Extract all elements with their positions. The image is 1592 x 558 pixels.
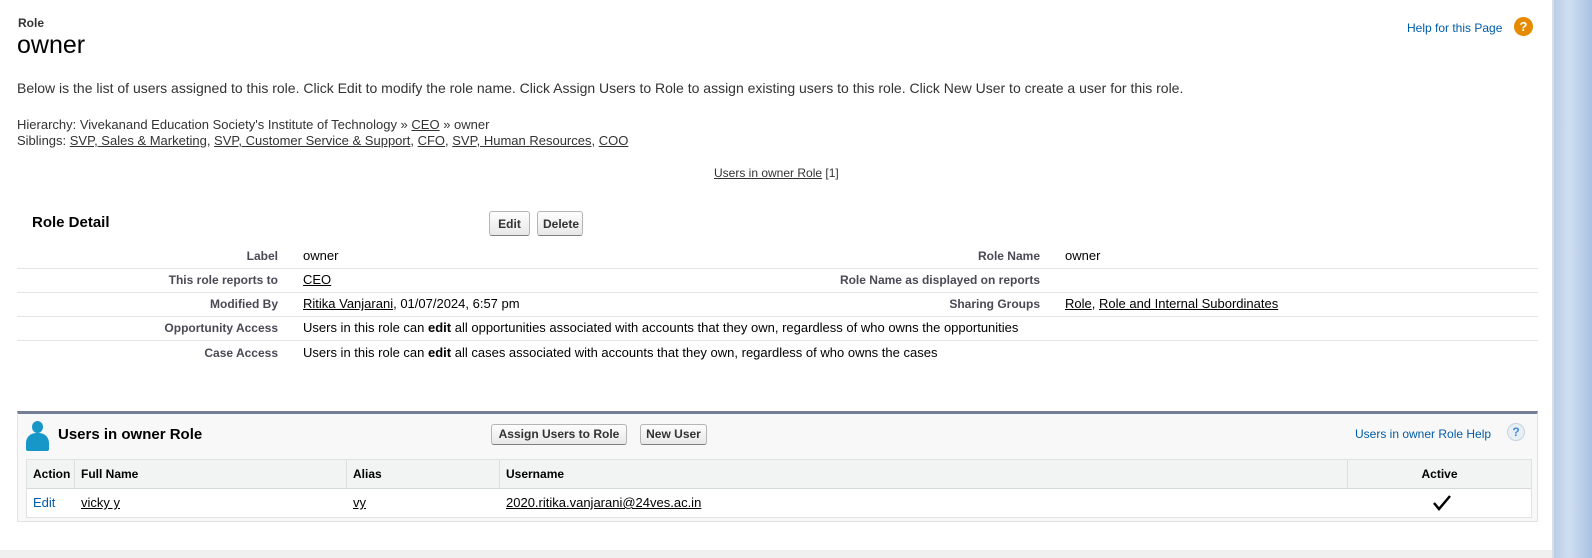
column-header-username[interactable]: Username bbox=[500, 460, 1348, 488]
related-list-help-link[interactable]: Users in owner Role Help bbox=[1355, 427, 1491, 441]
column-header-alias[interactable]: Alias bbox=[347, 460, 500, 488]
hierarchy-breadcrumb: Hierarchy: Vivekanand Education Society'… bbox=[17, 117, 489, 132]
field-label: Modified By bbox=[210, 297, 278, 311]
field-value: Users in this role can edit all cases as… bbox=[303, 345, 937, 360]
field-value: CEO bbox=[303, 272, 331, 287]
text: all cases associated with accounts that … bbox=[451, 345, 938, 360]
detail-row-case: Case Access Users in this role can edit … bbox=[17, 341, 1538, 365]
question-icon[interactable]: ? bbox=[1507, 423, 1525, 441]
modified-date: , 01/07/2024, 6:57 pm bbox=[393, 296, 520, 311]
user-alias-link[interactable]: vy bbox=[353, 495, 366, 510]
text: Users in this role can bbox=[303, 320, 428, 335]
modified-by-user-link[interactable]: Ritika Vanjarani bbox=[303, 296, 393, 311]
reports-to-link[interactable]: CEO bbox=[303, 272, 331, 287]
help-question-icon[interactable]: ? bbox=[1514, 17, 1533, 36]
assign-users-button[interactable]: Assign Users to Role bbox=[491, 424, 627, 445]
column-header-action: Action bbox=[27, 460, 75, 488]
users-in-role-link[interactable]: Users in owner Role bbox=[714, 166, 822, 180]
page-title: owner bbox=[17, 31, 86, 59]
field-label: Opportunity Access bbox=[164, 321, 278, 335]
text: all opportunities associated with accoun… bbox=[451, 320, 1019, 335]
help-for-page-link[interactable]: Help for this Page bbox=[1407, 21, 1502, 35]
page: Role owner Help for this Page ? Below is… bbox=[0, 0, 1554, 558]
field-label: This role reports to bbox=[168, 273, 278, 287]
field-value: owner bbox=[1065, 248, 1101, 263]
detail-row-opportunity: Opportunity Access Users in this role ca… bbox=[17, 316, 1538, 341]
new-user-button[interactable]: New User bbox=[640, 424, 707, 445]
background-decoration bbox=[1554, 0, 1592, 558]
users-table: Action Full Name Alias Username Active E… bbox=[26, 459, 1532, 518]
user-icon-body bbox=[26, 433, 49, 451]
separator: , bbox=[1091, 296, 1099, 311]
access-level: edit bbox=[428, 320, 452, 335]
hierarchy-suffix: » owner bbox=[439, 117, 490, 132]
full-name-cell: vicky y bbox=[75, 488, 120, 517]
delete-button[interactable]: Delete bbox=[537, 211, 583, 236]
column-header-active[interactable]: Active bbox=[1348, 460, 1531, 488]
sibling-link[interactable]: CFO bbox=[418, 133, 445, 148]
hierarchy-prefix: Hierarchy: Vivekanand Education Society'… bbox=[17, 117, 412, 132]
sibling-link[interactable]: SVP, Sales & Marketing bbox=[70, 133, 207, 148]
user-full-name-link[interactable]: vicky y bbox=[81, 495, 120, 510]
detail-row-label: Label owner Role Name owner bbox=[17, 244, 1538, 269]
row-edit-link[interactable]: Edit bbox=[33, 495, 55, 510]
separator: , bbox=[591, 133, 599, 148]
field-label: Sharing Groups bbox=[949, 297, 1040, 311]
sharing-group-subordinates-link[interactable]: Role and Internal Subordinates bbox=[1099, 296, 1278, 311]
siblings-line: Siblings: SVP, Sales & Marketing, SVP, C… bbox=[17, 133, 628, 148]
role-detail-title: Role Detail bbox=[32, 214, 110, 231]
sibling-link[interactable]: COO bbox=[599, 133, 629, 148]
table-header: Action Full Name Alias Username Active bbox=[27, 460, 1531, 489]
text: Users in this role can bbox=[303, 345, 428, 360]
detail-row-reports-to: This role reports to CEO Role Name as di… bbox=[17, 268, 1538, 293]
field-value: Users in this role can edit all opportun… bbox=[303, 320, 1018, 335]
siblings-prefix: Siblings: bbox=[17, 133, 70, 148]
detail-row-modified: Modified By Ritika Vanjarani, 01/07/2024… bbox=[17, 292, 1538, 317]
user-icon-head bbox=[32, 421, 43, 433]
sibling-link[interactable]: SVP, Human Resources bbox=[452, 133, 591, 148]
field-label: Role Name bbox=[977, 249, 1040, 263]
hierarchy-ceo-link[interactable]: CEO bbox=[411, 117, 439, 132]
separator: , bbox=[206, 133, 215, 148]
edit-button[interactable]: Edit bbox=[489, 211, 530, 236]
page-bottom-edge bbox=[0, 550, 1554, 558]
username-link[interactable]: 2020.ritika.vanjarani@24ves.ac.in bbox=[506, 495, 701, 510]
field-label: Role Name as displayed on reports bbox=[839, 273, 1040, 287]
action-cell: Edit bbox=[27, 488, 55, 517]
sharing-group-role-link[interactable]: Role bbox=[1065, 296, 1092, 311]
separator: , bbox=[410, 133, 418, 148]
field-label: Case Access bbox=[204, 346, 278, 360]
field-value: Role, Role and Internal Subordinates bbox=[1065, 296, 1278, 311]
alias-cell: vy bbox=[347, 488, 366, 517]
column-header-full-name[interactable]: Full Name bbox=[75, 460, 347, 488]
field-value: Ritika Vanjarani, 01/07/2024, 6:57 pm bbox=[303, 296, 520, 311]
field-label: Label bbox=[246, 249, 278, 263]
intro-text: Below is the list of users assigned to t… bbox=[17, 80, 1184, 96]
users-in-role-jump-link: Users in owner Role [1] bbox=[714, 166, 839, 180]
access-level: edit bbox=[428, 345, 452, 360]
username-cell: 2020.ritika.vanjarani@24ves.ac.in bbox=[500, 488, 701, 517]
object-type-label: Role bbox=[18, 16, 45, 30]
field-value: owner bbox=[303, 248, 339, 263]
active-checkmark-icon bbox=[1433, 495, 1451, 511]
users-related-list: Users in owner Role Assign Users to Role… bbox=[17, 411, 1538, 522]
sibling-link[interactable]: SVP, Customer Service & Support bbox=[214, 133, 410, 148]
related-list-title: Users in owner Role bbox=[58, 426, 203, 443]
user-icon bbox=[24, 421, 51, 451]
users-count: [1] bbox=[825, 166, 839, 180]
